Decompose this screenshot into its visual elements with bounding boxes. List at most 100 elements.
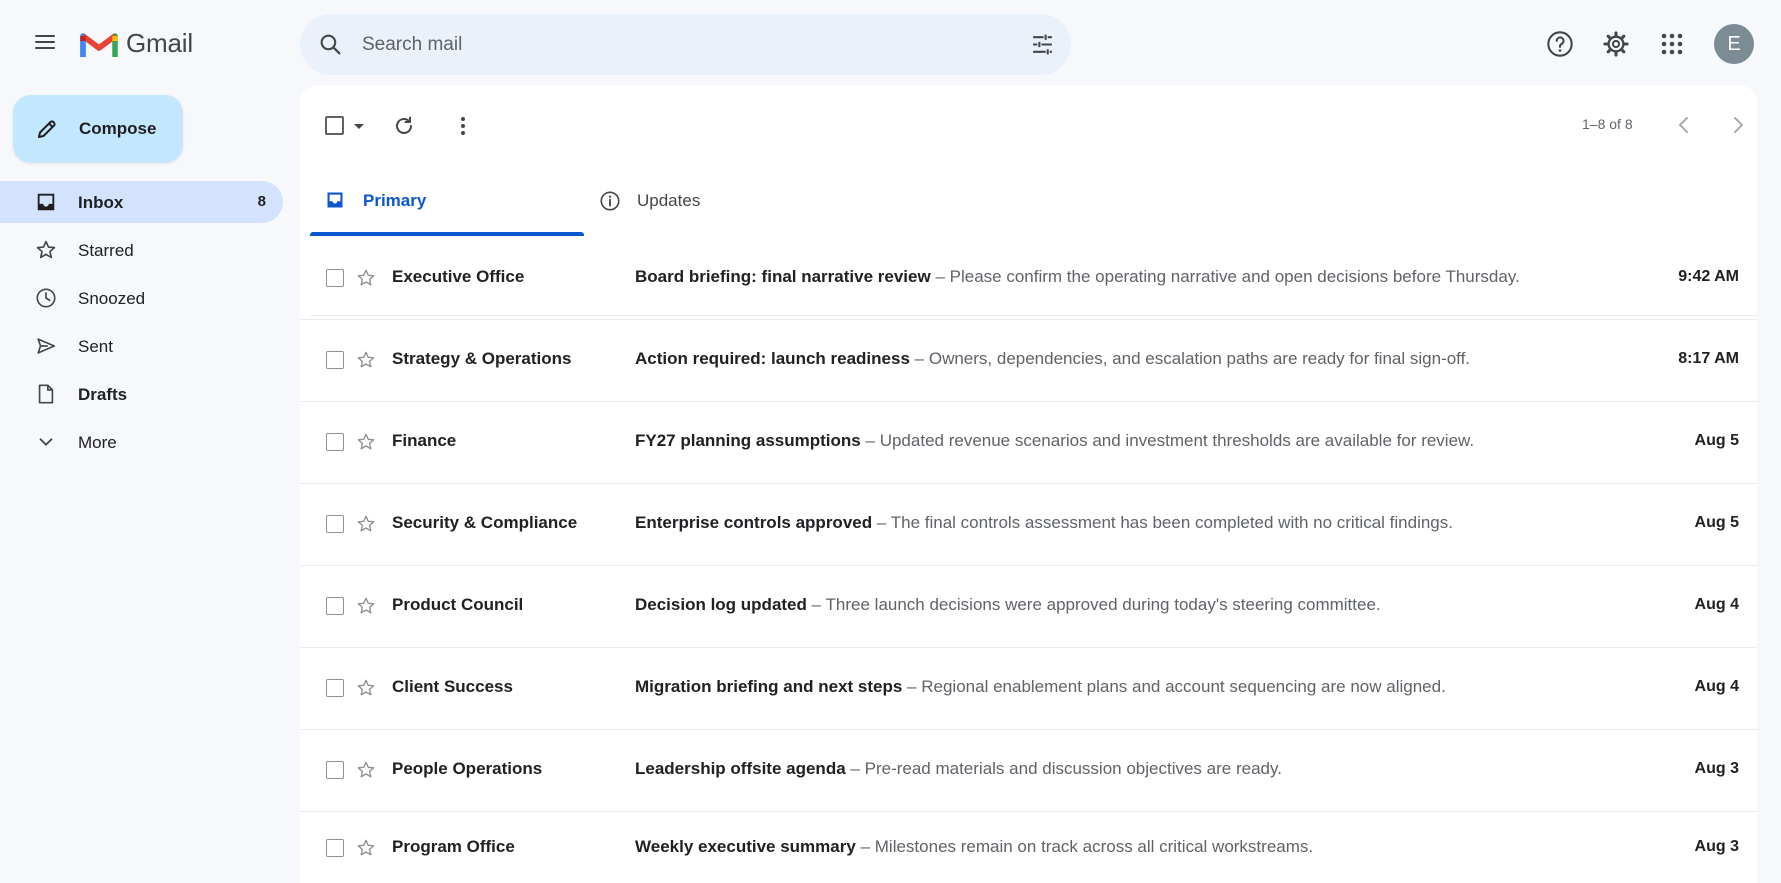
hamburger-menu-icon [35,35,55,49]
gmail-m-icon [80,33,118,57]
subject-separator: – [910,349,929,368]
chevron-left-icon[interactable] [1672,113,1696,137]
sidebar-item-snoozed[interactable]: Snoozed [0,277,283,319]
search-input[interactable] [362,14,982,75]
email-row[interactable]: Executive Office Board briefing: final na… [300,238,1757,320]
unread-count: 8 [257,193,266,210]
email-sender: Strategy & Operations [392,349,572,368]
support-button[interactable] [1542,26,1578,62]
email-subject: Decision log updated [635,595,807,614]
sidebar-item-inbox[interactable]: Inbox 8 [0,181,283,223]
email-subject: Weekly executive summary [635,837,856,856]
search-options-icon[interactable] [1030,32,1055,57]
email-row[interactable]: Finance FY27 planning assumptions – Updat… [300,402,1757,484]
separator-dash: – [811,595,822,614]
draft-icon [38,384,54,404]
row-checkbox[interactable] [326,433,344,451]
star-icon[interactable] [356,432,376,452]
star-icon [36,240,56,259]
email-row[interactable]: People Operations Leadership offsite agen… [300,730,1757,812]
row-checkbox[interactable] [326,597,344,615]
separator-dash: – [850,759,860,778]
refresh-icon[interactable] [392,114,416,138]
email-row[interactable]: Product Council Decision log updated – Th… [300,566,1757,648]
email-snippet: The final controls assessment has been c… [890,513,1453,532]
row-checkbox[interactable] [326,839,344,857]
subject-separator: – [856,837,875,856]
tab-updates[interactable]: Updates [584,164,858,236]
row-checkbox[interactable] [326,761,344,779]
email-snippet: Updated revenue scenarios and investment… [879,431,1475,450]
main-menu-button[interactable] [27,24,63,60]
account-avatar[interactable]: E [1714,24,1754,64]
email-sender: Security & Compliance [392,513,578,532]
sidebar-item-sent[interactable]: Sent [0,325,283,367]
more-vertical-icon[interactable] [451,114,475,138]
email-time: Aug 3 [1694,760,1739,777]
email-preview: Action required: launch readiness – Owne… [635,349,1470,369]
search-bar[interactable] [300,14,1071,75]
compose-button[interactable]: Compose [13,95,183,163]
caret-down-icon[interactable] [352,122,366,132]
sidebar-item-label: More [78,433,117,452]
sidebar-item-label: Inbox [78,193,124,212]
row-checkbox[interactable] [326,269,344,287]
row-checkbox[interactable] [326,515,344,533]
separator-dash: – [914,349,925,368]
subject-separator: – [872,513,891,532]
send-icon [37,338,56,354]
email-preview: Board briefing: final narrative review –… [635,267,1520,287]
email-row[interactable]: Security & Compliance Enterprise controls… [300,484,1757,566]
email-subject: Leadership offsite agenda [635,759,846,778]
star-icon[interactable] [356,760,376,780]
email-snippet: Pre-read materials and discussion object… [864,759,1282,778]
inbox-icon [37,193,55,211]
sidebar-item-label: Drafts [78,385,128,404]
email-preview: Enterprise controls approved – The final… [635,513,1453,533]
star-icon[interactable] [356,838,376,858]
sidebar-item-drafts[interactable]: Drafts [0,373,283,415]
subject-separator: – [807,595,826,614]
sidebar-item-more[interactable]: More [0,421,283,463]
email-row[interactable]: Strategy & Operations Action required: la… [300,320,1757,402]
chevron-right-icon[interactable] [1726,113,1750,137]
email-subject: Board briefing: final narrative review [635,267,931,286]
email-subject: Migration briefing and next steps [635,677,903,696]
subject-separator: – [902,677,921,696]
email-preview: Decision log updated – Three launch deci… [635,595,1381,615]
email-subject: Action required: launch readiness [635,349,910,368]
select-all-checkbox[interactable] [325,116,344,135]
email-row[interactable]: Program Office Weekly executive summary –… [300,812,1757,882]
sidebar-item-starred[interactable]: Starred [0,229,283,271]
apps-button[interactable] [1654,26,1690,62]
clock-icon [36,288,56,308]
email-sender: Program Office [392,837,515,856]
mail-toolbar: 1–8 of 8 [300,86,1757,164]
search-icon[interactable] [318,32,343,57]
row-checkbox[interactable] [326,679,344,697]
inbox-icon [327,192,343,208]
email-preview: Weekly executive summary – Milestones re… [635,837,1313,857]
star-icon[interactable] [356,350,376,370]
email-sender: People Operations [392,759,543,778]
star-icon[interactable] [356,514,376,534]
email-subject: FY27 planning assumptions [635,431,861,450]
email-time: Aug 5 [1694,514,1739,531]
star-icon[interactable] [356,678,376,698]
gear-icon [1603,31,1629,57]
settings-button[interactable] [1598,26,1634,62]
sidebar-item-label: Sent [78,337,113,356]
subject-separator: – [861,431,880,450]
row-checkbox[interactable] [326,351,344,369]
email-time: 9:42 AM [1678,268,1739,285]
tab-primary[interactable]: Primary [310,164,584,236]
gmail-logo[interactable]: Gmail [80,28,193,59]
email-snippet: Regional enablement plans and account se… [921,677,1446,696]
app-name: Gmail [126,28,193,58]
sidebar-item-label: Snoozed [78,289,146,308]
email-row[interactable]: Client Success Migration briefing and nex… [300,648,1757,730]
sidebar-nav: Inbox 8 Starred Snoozed Sent Drafts More [0,181,283,469]
tab-label: Primary [363,191,427,210]
star-icon[interactable] [356,596,376,616]
star-icon[interactable] [356,268,376,288]
